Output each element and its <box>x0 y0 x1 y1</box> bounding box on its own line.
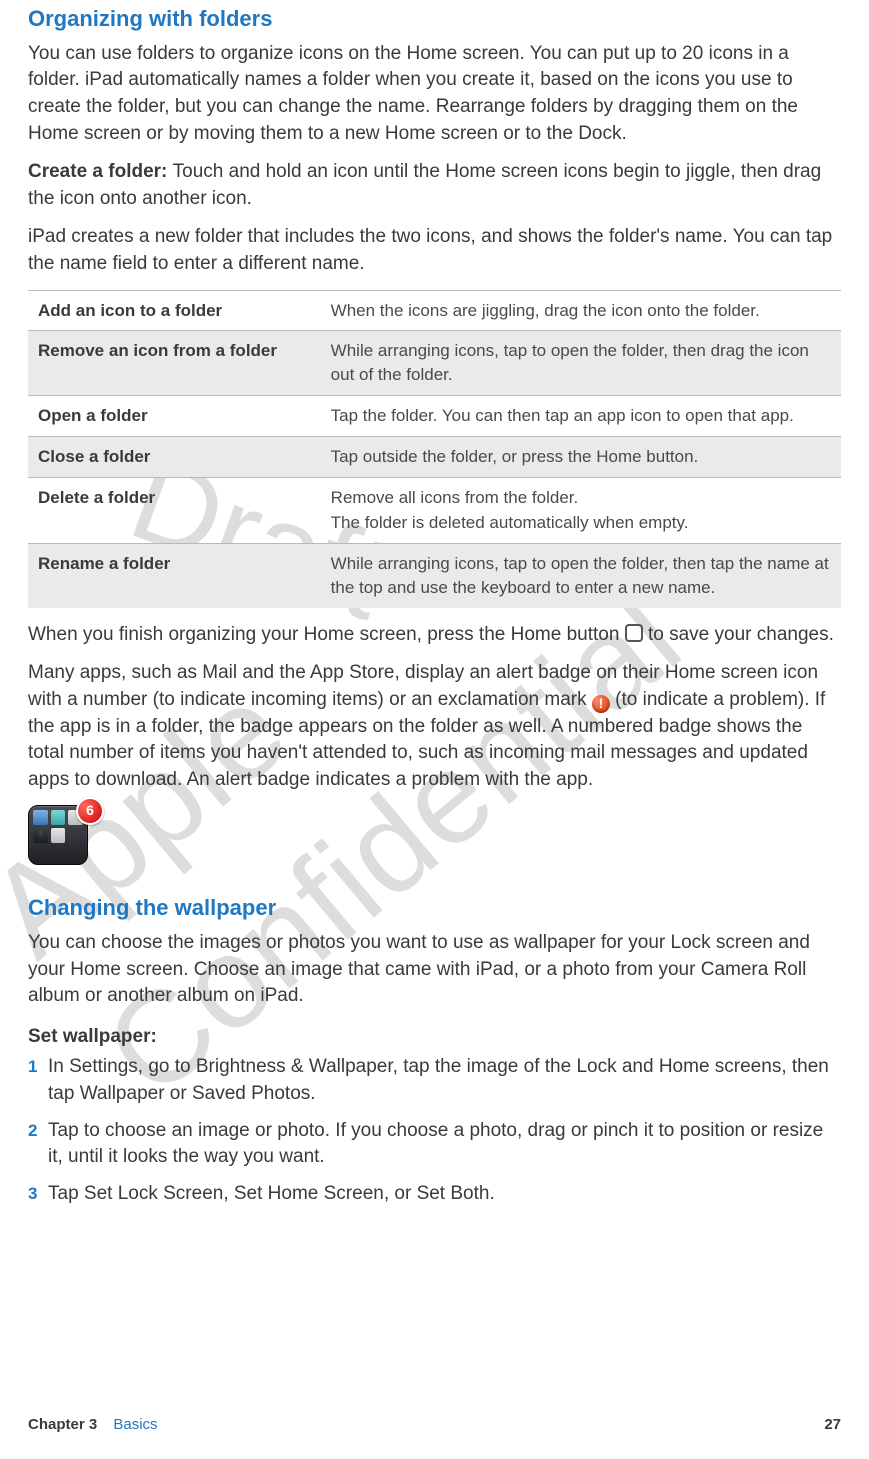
chapter-label: Chapter 3 <box>28 1416 97 1433</box>
heading-organizing-folders: Organizing with folders <box>28 4 841 35</box>
alert-icon: ! <box>592 695 610 713</box>
desc-cell: Remove all icons from the folder. The fo… <box>321 477 841 544</box>
wallpaper-intro: You can choose the images or photos you … <box>28 930 841 1010</box>
action-cell: Remove an icon from a folder <box>28 331 321 396</box>
notification-badge: 6 <box>76 797 104 825</box>
home-button-icon <box>625 624 643 642</box>
action-cell: Close a folder <box>28 436 321 477</box>
folder-badge-illustration: 3 6 <box>28 805 94 871</box>
action-cell: Open a folder <box>28 395 321 436</box>
action-cell: Rename a folder <box>28 544 321 608</box>
page-footer: Chapter 3 Basics 27 <box>28 1414 841 1435</box>
action-cell: Delete a folder <box>28 477 321 544</box>
table-row: Delete a folder Remove all icons from th… <box>28 477 841 544</box>
table-row: Remove an icon from a folder While arran… <box>28 331 841 396</box>
set-wallpaper-label: Set wallpaper: <box>28 1024 841 1051</box>
table-row: Close a folder Tap outside the folder, o… <box>28 436 841 477</box>
finish-organizing-text: When you finish organizing your Home scr… <box>28 622 841 649</box>
chapter-title: Basics <box>113 1416 157 1433</box>
step-item: In Settings, go to Brightness & Wallpape… <box>28 1054 841 1107</box>
desc-cell: While arranging icons, tap to open the f… <box>321 544 841 608</box>
table-row: Rename a folder While arranging icons, t… <box>28 544 841 608</box>
folders-intro: You can use folders to organize icons on… <box>28 41 841 147</box>
desc-cell: While arranging icons, tap to open the f… <box>321 331 841 396</box>
alert-badge-text: Many apps, such as Mail and the App Stor… <box>28 660 841 793</box>
action-cell: Add an icon to a folder <box>28 290 321 331</box>
table-row: Add an icon to a folder When the icons a… <box>28 290 841 331</box>
table-row: Open a folder Tap the folder. You can th… <box>28 395 841 436</box>
after-create-text: iPad creates a new folder that includes … <box>28 224 841 277</box>
create-folder-label: Create a folder: <box>28 161 173 182</box>
step-item: Tap to choose an image or photo. If you … <box>28 1118 841 1171</box>
desc-cell: Tap the folder. You can then tap an app … <box>321 395 841 436</box>
create-folder-instruction: Create a folder: Touch and hold an icon … <box>28 159 841 212</box>
wallpaper-steps: In Settings, go to Brightness & Wallpape… <box>28 1054 841 1207</box>
page-content: Organizing with folders You can use fold… <box>0 4 869 1207</box>
page-number: 27 <box>824 1414 841 1435</box>
heading-changing-wallpaper: Changing the wallpaper <box>28 893 841 924</box>
desc-cell: When the icons are jiggling, drag the ic… <box>321 290 841 331</box>
step-item: Tap Set Lock Screen, Set Home Screen, or… <box>28 1181 841 1208</box>
desc-cell: Tap outside the folder, or press the Hom… <box>321 436 841 477</box>
folder-actions-table: Add an icon to a folder When the icons a… <box>28 290 841 608</box>
